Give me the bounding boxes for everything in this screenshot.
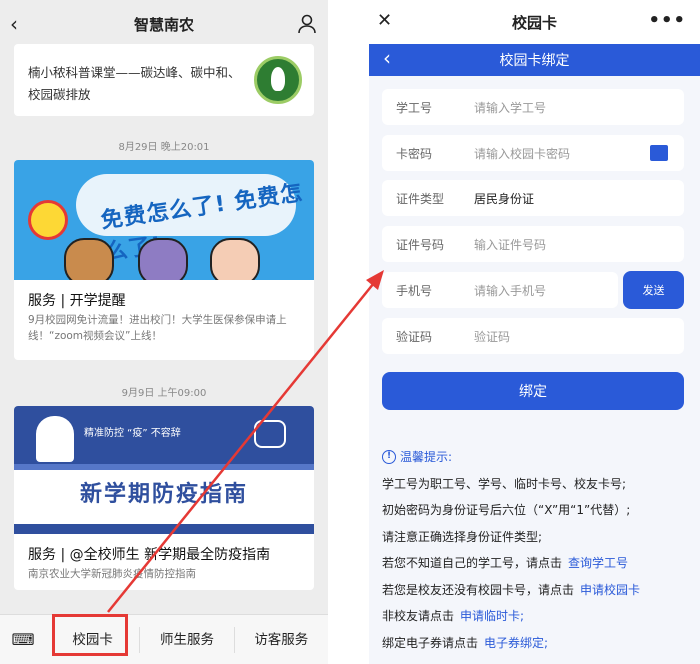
- annotation-arrow: [107, 270, 384, 613]
